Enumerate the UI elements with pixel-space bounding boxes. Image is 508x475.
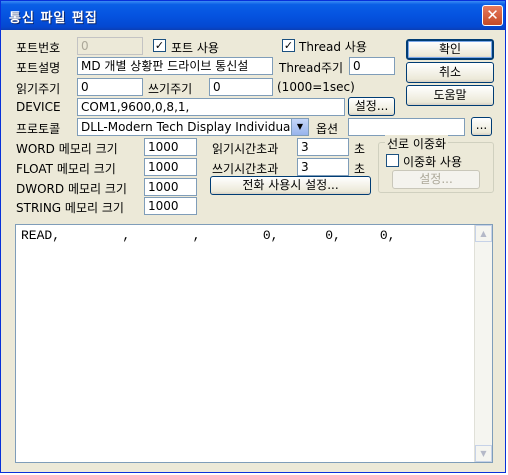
write-timeout-label: 쓰기시간초과 bbox=[212, 162, 279, 176]
vertical-scrollbar[interactable]: ▲ ▼ bbox=[474, 225, 492, 462]
redundancy-use-checkbox[interactable] bbox=[386, 154, 399, 167]
thread-use-label: Thread 사용 bbox=[299, 40, 367, 54]
word-memory-label: WORD 메모리 크기 bbox=[16, 142, 118, 156]
read-cycle-label: 읽기주기 bbox=[16, 82, 61, 96]
string-memory-label: STRING 메모리 크기 bbox=[16, 201, 124, 215]
read-timeout-unit: 초 bbox=[354, 142, 366, 156]
option-field[interactable] bbox=[348, 118, 465, 136]
check-icon: ✓ bbox=[154, 39, 165, 52]
device-field[interactable]: COM1,9600,0,8,1, bbox=[77, 98, 345, 116]
string-memory-field[interactable]: 1000 bbox=[144, 197, 197, 215]
editor-text: READ, , , 0, 0, 0, bbox=[21, 228, 396, 243]
protocol-selected-value: DLL-Modern Tech Display Individual bbox=[81, 120, 294, 134]
float-memory-label: FLOAT 메모리 크기 bbox=[16, 162, 116, 176]
read-timeout-label: 읽기시간초과 bbox=[212, 142, 279, 156]
scroll-up-icon[interactable]: ▲ bbox=[475, 225, 492, 242]
port-desc-field[interactable]: MD 개별 상황판 드라이브 통신설 bbox=[77, 57, 273, 75]
thread-period-label: Thread주기 bbox=[279, 61, 344, 75]
write-cycle-field[interactable]: 0 bbox=[209, 78, 273, 96]
write-timeout-field[interactable]: 3 bbox=[297, 158, 349, 176]
ok-button[interactable]: 확인 bbox=[406, 39, 494, 60]
read-cycle-field[interactable]: 0 bbox=[77, 78, 143, 96]
scroll-down-icon[interactable]: ▼ bbox=[475, 445, 492, 462]
help-button[interactable]: 도움말 bbox=[406, 85, 494, 106]
cycle-hint: (1000=1sec) bbox=[277, 80, 355, 94]
write-timeout-unit: 초 bbox=[354, 162, 366, 176]
port-number-field[interactable]: 0 bbox=[77, 37, 143, 55]
check-icon: ✓ bbox=[283, 39, 294, 52]
thread-use-checkbox[interactable]: ✓ bbox=[282, 39, 295, 52]
port-desc-label: 포트설명 bbox=[16, 61, 61, 75]
browse-button[interactable]: ... bbox=[471, 117, 492, 136]
redundancy-group-title: 선로 이중화 bbox=[385, 135, 449, 152]
port-use-label: 포트 사용 bbox=[171, 41, 219, 55]
cancel-button[interactable]: 취소 bbox=[406, 62, 494, 83]
protocol-editor[interactable]: READ, , , 0, 0, 0, ▲ ▼ bbox=[15, 224, 493, 463]
read-timeout-field[interactable]: 3 bbox=[297, 138, 349, 156]
dword-memory-field[interactable]: 1000 bbox=[144, 178, 197, 196]
phone-settings-button[interactable]: 전화 사용시 설정... bbox=[210, 176, 371, 195]
dialog-window: 통신 파일 편집 ✕ 포트번호 0 ✓ 포트 사용 ✓ Thread 사용 확인… bbox=[0, 0, 506, 473]
float-memory-field[interactable]: 1000 bbox=[144, 158, 197, 176]
window-title: 통신 파일 편집 bbox=[9, 11, 98, 26]
redundancy-use-label: 이중화 사용 bbox=[403, 155, 463, 169]
protocol-label: 프로토콜 bbox=[16, 122, 61, 136]
close-button[interactable]: ✕ bbox=[482, 5, 503, 26]
port-number-label: 포트번호 bbox=[16, 41, 61, 55]
chevron-down-icon[interactable]: ▼ bbox=[291, 119, 308, 135]
redundancy-settings-button[interactable]: 설정... bbox=[392, 170, 480, 189]
title-bar[interactable]: 통신 파일 편집 ✕ bbox=[1, 1, 505, 30]
close-icon: ✕ bbox=[486, 6, 499, 24]
port-use-checkbox[interactable]: ✓ bbox=[153, 39, 166, 52]
write-cycle-label: 쓰기주기 bbox=[148, 82, 193, 96]
option-label: 옵션 bbox=[316, 122, 339, 136]
dword-memory-label: DWORD 메모리 크기 bbox=[16, 182, 127, 196]
protocol-select[interactable]: DLL-Modern Tech Display Individual ▼ bbox=[77, 118, 309, 136]
thread-period-field[interactable]: 0 bbox=[349, 57, 395, 75]
device-settings-button[interactable]: 설정... bbox=[348, 97, 395, 116]
word-memory-field[interactable]: 1000 bbox=[144, 138, 197, 156]
device-label: DEVICE bbox=[16, 100, 61, 114]
